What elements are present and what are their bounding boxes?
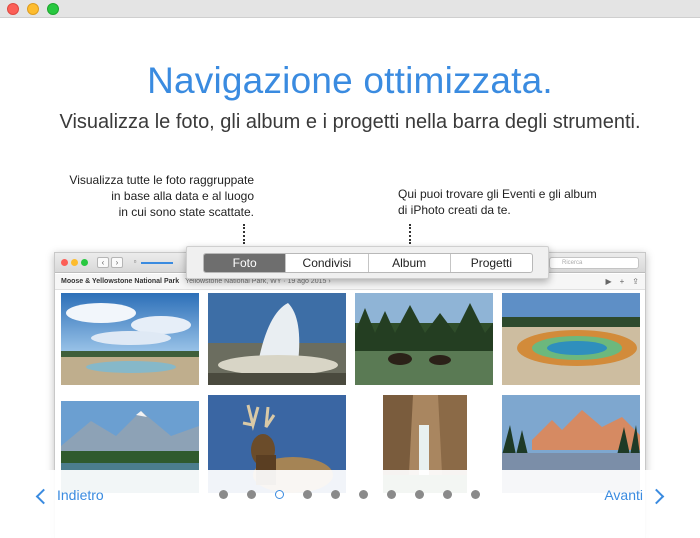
page-dot-current[interactable] xyxy=(275,490,284,499)
bottom-bar xyxy=(0,470,700,538)
callout-photos-line: in cui sono state scattate. xyxy=(118,205,254,219)
photo-hot-spring-icon xyxy=(502,293,640,385)
page-dot[interactable] xyxy=(331,490,340,499)
callout-albums-line: di iPhoto creati da te. xyxy=(398,203,511,217)
page-dot[interactable] xyxy=(359,490,368,499)
tab-album[interactable]: Album xyxy=(367,254,450,272)
tab-foto[interactable]: Foto xyxy=(204,254,286,272)
chevron-left-icon xyxy=(35,488,52,505)
preview-moment-subtitle: Yellowstone National Park, WY · 19 ago 2… xyxy=(185,278,331,285)
page-subtitle: Visualizza le foto, gli album e i proget… xyxy=(59,111,641,133)
callout-albums: Qui puoi trovare gli Eventi e gli album … xyxy=(398,186,638,218)
welcome-window: Navigazione ottimizzata. Visualizza le f… xyxy=(0,0,700,538)
preview-forward-icon: › xyxy=(111,257,123,268)
photo-thumbnail xyxy=(61,293,199,385)
photo-geyser-icon xyxy=(208,293,346,385)
chevron-right-icon xyxy=(648,488,665,505)
photo-thumbnail xyxy=(208,293,346,385)
preview-minimize-dot xyxy=(71,259,78,266)
callout-photos: Visualizza tutte le foto raggruppate in … xyxy=(24,172,254,220)
preview-search-field: Ricerca xyxy=(549,257,639,269)
close-window-button[interactable] xyxy=(7,3,19,15)
callout-albums-pointer xyxy=(409,224,411,244)
preview-actions: ▶ + ⇪ xyxy=(597,274,639,290)
tab-condivisi[interactable]: Condivisi xyxy=(285,254,367,272)
callout-photos-line: in base alla data e al luogo xyxy=(111,189,254,203)
preview-moment-title: Moose & Yellowstone National Park xyxy=(61,278,180,285)
photo-thumbnail xyxy=(502,293,640,385)
photo-bison-icon xyxy=(355,293,493,385)
preview-back-icon: ‹ xyxy=(97,257,109,268)
back-label: Indietro xyxy=(57,487,104,503)
preview-share-icon: ⇪ xyxy=(632,277,639,286)
photo-thumbnail xyxy=(355,293,493,385)
minimize-window-button[interactable] xyxy=(27,3,39,15)
page-dot[interactable] xyxy=(471,490,480,499)
view-segmented-control: Foto Condivisi Album Progetti xyxy=(203,253,533,273)
page-dot[interactable] xyxy=(387,490,396,499)
zoom-window-button[interactable] xyxy=(47,3,59,15)
page-dot[interactable] xyxy=(303,490,312,499)
preview-zoom-slider xyxy=(141,262,173,264)
page-title: Navigazione ottimizzata. xyxy=(147,60,553,101)
page-dot[interactable] xyxy=(219,490,228,499)
back-button[interactable]: Indietro xyxy=(34,485,104,505)
preview-play-icon: ▶ xyxy=(605,277,612,286)
next-label: Avanti xyxy=(604,487,643,503)
page-dot[interactable] xyxy=(443,490,452,499)
page-dot[interactable] xyxy=(247,490,256,499)
callout-photos-line: Visualizza tutte le foto raggruppate xyxy=(69,173,254,187)
next-button[interactable]: Avanti xyxy=(604,485,666,505)
toolbar-popout: Foto Condivisi Album Progetti xyxy=(186,246,549,279)
callout-photos-pointer xyxy=(243,224,245,244)
page-dot[interactable] xyxy=(415,490,424,499)
preview-close-dot xyxy=(61,259,68,266)
photo-sky-lake-icon xyxy=(61,293,199,385)
preview-zoom-dot xyxy=(81,259,88,266)
title-bar xyxy=(0,0,700,18)
tab-progetti[interactable]: Progetti xyxy=(449,254,532,272)
callout-albums-line: Qui puoi trovare gli Eventi e gli album xyxy=(398,187,597,201)
preview-thumb-icon: ▫ xyxy=(133,257,137,266)
preview-add-icon: + xyxy=(619,277,625,286)
